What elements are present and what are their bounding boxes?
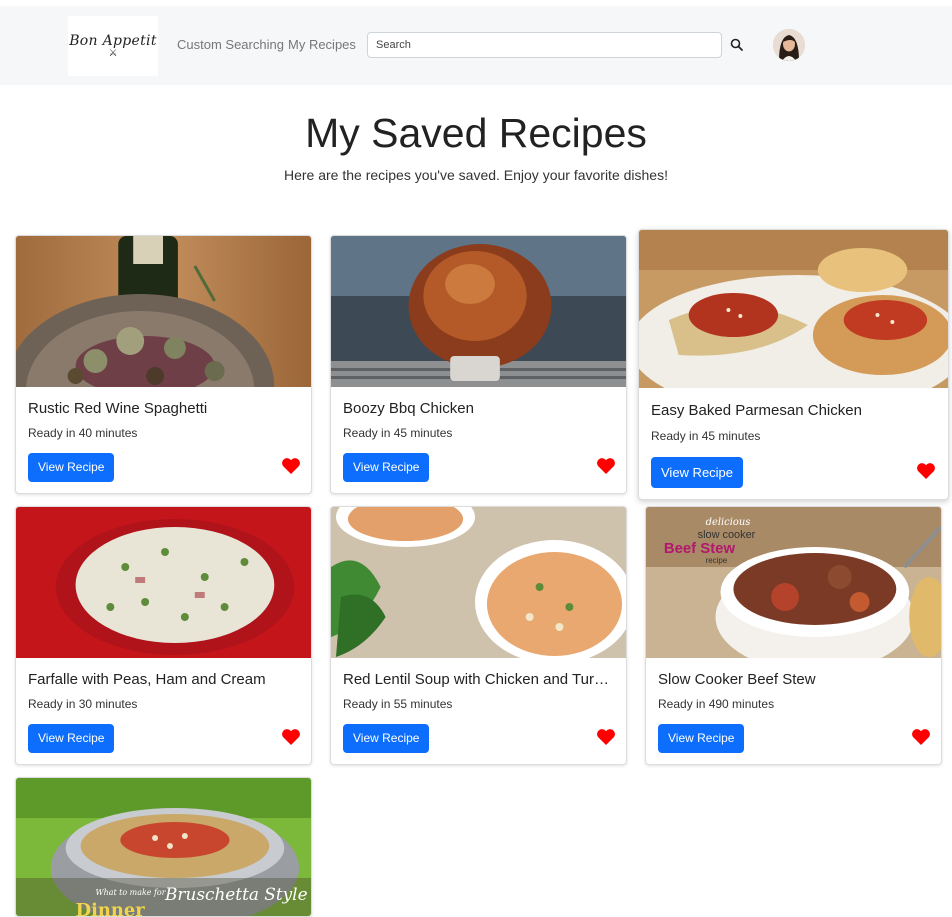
heart-icon[interactable]	[281, 728, 301, 746]
recipe-image[interactable]	[639, 230, 948, 388]
nav-link-my-recipes[interactable]: My Recipes	[288, 37, 356, 52]
logo-text: Bon Appetit	[69, 33, 157, 49]
recipe-card: Easy Baked Parmesan Chicken Ready in 45 …	[638, 229, 949, 500]
recipe-card: delicious slow cooker Beef Stew recipe S…	[645, 506, 942, 765]
recipe-image[interactable]: What to make for Bruschetta Style Dinner	[16, 778, 311, 917]
heart-icon[interactable]	[596, 457, 616, 475]
page-subtitle: Here are the recipes you've saved. Enjoy…	[284, 167, 668, 183]
heart-icon[interactable]	[596, 728, 616, 746]
view-recipe-button[interactable]: View Recipe	[651, 457, 744, 488]
recipe-title: Red Lentil Soup with Chicken and Turnips	[343, 671, 614, 688]
image-caption: Bruschetta Style	[164, 884, 308, 904]
recipe-image[interactable]	[16, 507, 311, 658]
search-icon[interactable]	[729, 37, 745, 53]
image-caption: delicious	[706, 517, 751, 528]
recipe-image[interactable]: delicious slow cooker Beef Stew recipe	[646, 507, 941, 658]
recipe-image[interactable]	[331, 507, 626, 658]
recipe-title: Slow Cooker Beef Stew	[658, 671, 816, 688]
heart-icon[interactable]	[281, 457, 301, 475]
recipe-ready-time: Ready in 55 minutes	[343, 697, 453, 711]
view-recipe-button[interactable]: View Recipe	[28, 724, 115, 753]
search-input[interactable]	[367, 32, 722, 58]
recipe-ready-time: Ready in 490 minutes	[658, 697, 775, 711]
site-logo[interactable]: Bon Appetit ⚔	[68, 16, 158, 76]
view-recipe-button[interactable]: View Recipe	[343, 453, 430, 482]
heart-icon[interactable]	[916, 462, 936, 480]
image-caption: Beef Stew	[664, 540, 736, 557]
recipe-title: Easy Baked Parmesan Chicken	[651, 402, 862, 419]
recipe-card: Farfalle with Peas, Ham and Cream Ready …	[15, 506, 312, 765]
recipe-image[interactable]	[16, 236, 311, 387]
recipe-ready-time: Ready in 45 minutes	[343, 426, 453, 440]
user-avatar[interactable]	[773, 29, 805, 61]
recipe-image[interactable]	[331, 236, 626, 387]
image-caption: What to make for	[95, 888, 166, 897]
recipe-card: What to make for Bruschetta Style Dinner	[15, 777, 312, 917]
image-caption: recipe	[706, 556, 728, 565]
recipe-title: Farfalle with Peas, Ham and Cream	[28, 671, 266, 688]
recipe-ready-time: Ready in 40 minutes	[28, 426, 138, 440]
navbar: Bon Appetit ⚔ Custom Searching My Recipe…	[0, 6, 952, 85]
recipe-ready-time: Ready in 30 minutes	[28, 697, 138, 711]
view-recipe-button[interactable]: View Recipe	[28, 453, 115, 482]
utensils-icon: ⚔	[108, 48, 118, 59]
image-caption: Dinner	[76, 900, 146, 917]
view-recipe-button[interactable]: View Recipe	[658, 724, 745, 753]
heart-icon[interactable]	[911, 728, 931, 746]
recipe-title: Rustic Red Wine Spaghetti	[28, 400, 208, 417]
page-title: My Saved Recipes	[305, 110, 647, 156]
recipe-ready-time: Ready in 45 minutes	[651, 429, 761, 443]
nav-link-custom-searching[interactable]: Custom Searching	[177, 37, 284, 52]
recipe-card: Rustic Red Wine Spaghetti Ready in 40 mi…	[15, 235, 312, 494]
recipe-card: Red Lentil Soup with Chicken and Turnips…	[330, 506, 627, 765]
recipe-card: Boozy Bbq Chicken Ready in 45 minutes Vi…	[330, 235, 627, 494]
recipe-title: Boozy Bbq Chicken	[343, 400, 474, 417]
view-recipe-button[interactable]: View Recipe	[343, 724, 430, 753]
